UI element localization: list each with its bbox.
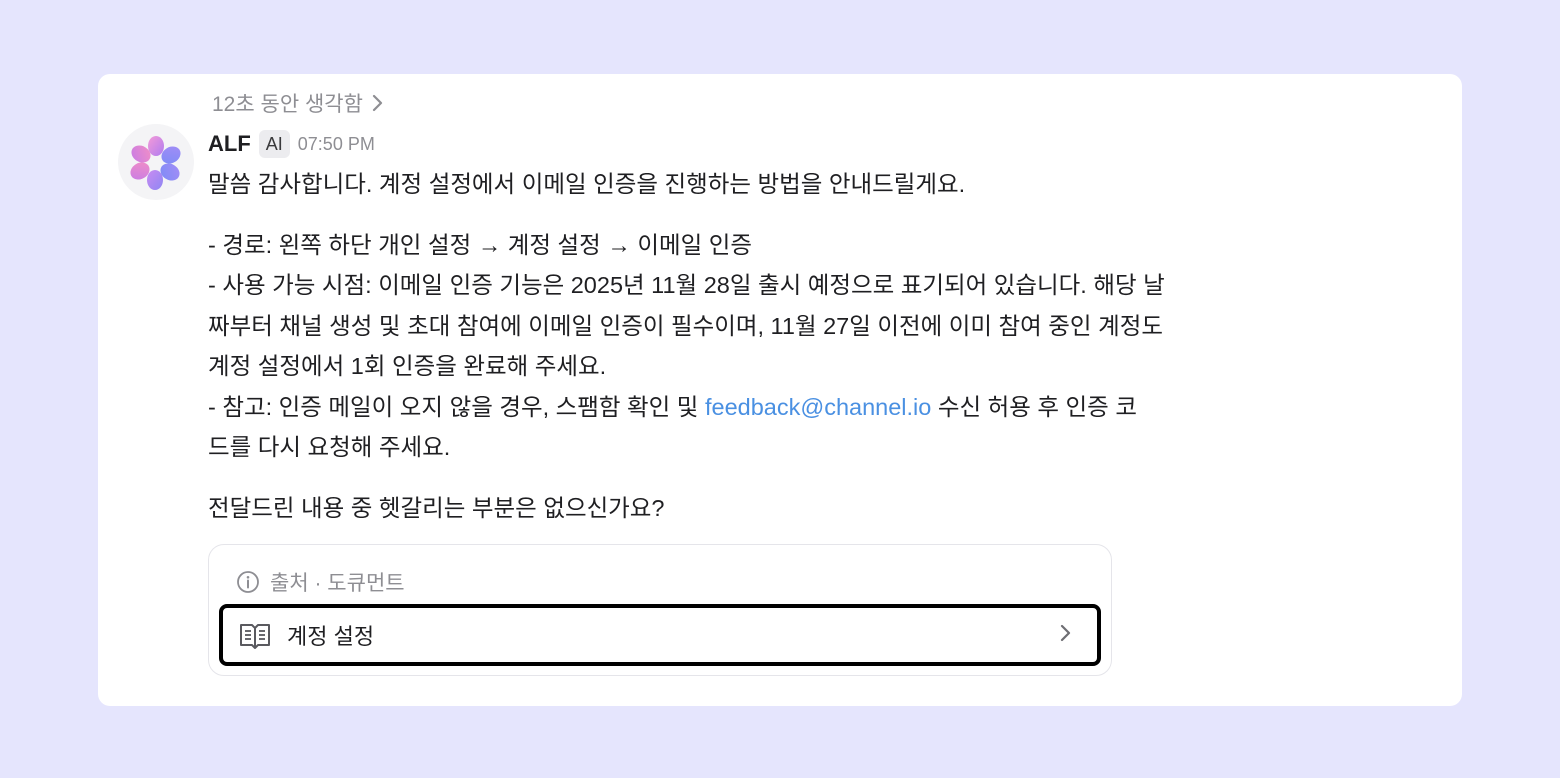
timestamp: 07:50 PM [297,133,375,154]
chevron-right-icon [1060,624,1071,642]
message-meta: ALF AI 07:50 PM [208,130,1368,158]
chat-message-card: 12초 동안 생각함 ALF AI 07:50 PM 말씀 감사합니다. 계정 … [98,74,1462,706]
book-icon [240,624,270,649]
feedback-email-link[interactable]: feedback@channel.io [705,394,931,420]
route-text: - 경로: 왼쪽 하단 개인 설정 → 계정 설정 → 이메일 인증 [208,231,752,258]
info-icon [237,571,259,593]
source-document-item[interactable]: 계정 설정 [219,604,1101,666]
note-suffix: 수신 허용 후 인증 코 [931,393,1137,420]
thinking-label: 12초 동안 생각함 [212,93,363,116]
source-card: 출처 · 도큐먼트 계정 설정 [208,544,1112,676]
availability-line-1: - 사용 가능 시점: 이메일 인증 기능은 2025년 11월 28일 출시 … [208,272,1165,298]
closing-text: 전달드린 내용 중 헷갈리는 부분은 없으신가요? [208,494,665,521]
flower-logo-icon [130,136,181,190]
note-line-1: - 참고: 인증 메일이 오지 않을 경우, 스팸함 확인 및 feedback… [208,387,1368,428]
sender-name: ALF [208,131,251,156]
message-body: 말씀 감사합니다. 계정 설정에서 이메일 인증을 진행하는 방법을 안내드릴게… [208,164,1368,528]
ai-badge: AI [258,130,290,158]
note-line-2: 드를 다시 요청해 주세요. [208,434,451,460]
greeting-text: 말씀 감사합니다. 계정 설정에서 이메일 인증을 진행하는 방법을 안내드릴게… [208,171,966,197]
message: ALF AI 07:50 PM 말씀 감사합니다. 계정 설정에서 이메일 인증… [208,130,1368,528]
availability-line-2: 짜부터 채널 생성 및 초대 참여에 이메일 인증이 필수이며, 11월 27일… [208,312,1163,339]
source-header-label: 출처 · 도큐먼트 [270,572,405,595]
chevron-right-icon [372,94,383,112]
availability-line-3: 계정 설정에서 1회 인증을 완료해 주세요. [208,353,607,379]
document-title: 계정 설정 [287,624,375,649]
thinking-toggle[interactable]: 12초 동안 생각함 [212,88,385,118]
avatar [118,124,194,200]
note-prefix: - 참고: 인증 메일이 오지 않을 경우, 스팸함 확인 및 [208,393,705,420]
source-header: 출처 · 도큐먼트 [236,567,405,597]
